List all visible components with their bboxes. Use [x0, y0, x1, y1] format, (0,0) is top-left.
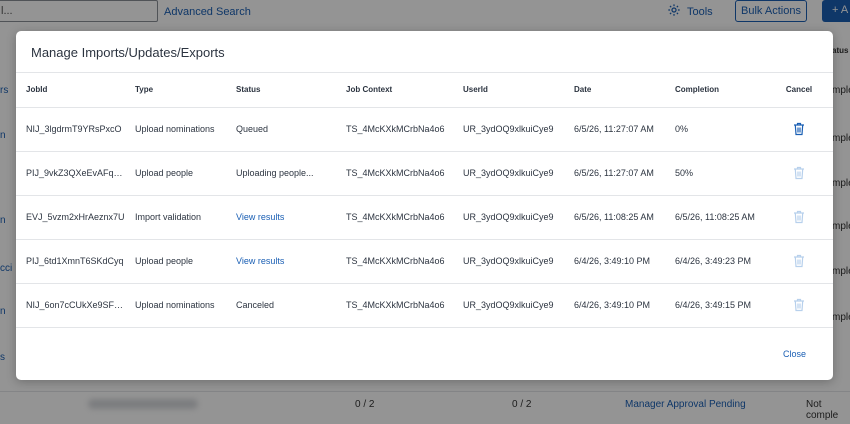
- job-context-cell: TS_4McKXkMCrbNa4o6: [336, 239, 453, 284]
- trash-icon: [793, 166, 805, 180]
- completion-cell: 6/4/26, 3:49:23 PM: [665, 239, 765, 284]
- view-results-link[interactable]: View results: [226, 239, 336, 284]
- trash-icon[interactable]: [793, 122, 805, 136]
- cancel-cell: [765, 283, 833, 328]
- trash-icon: [793, 298, 805, 312]
- table-row: NIJ_6on7cCUkXe9SFcW Upload nominations C…: [16, 283, 833, 328]
- user-id-cell: UR_3ydOQ9xlkuiCye9: [453, 195, 564, 240]
- manage-jobs-dialog: Manage Imports/Updates/Exports JobId Typ…: [16, 31, 833, 380]
- column-header-completion: Completion: [665, 73, 765, 108]
- trash-icon: [793, 210, 805, 224]
- status-cell: Canceled: [226, 283, 336, 328]
- column-header-type: Type: [125, 73, 226, 108]
- trash-icon: [793, 254, 805, 268]
- column-header-cancel: Cancel: [765, 73, 833, 108]
- cancel-cell: [765, 107, 833, 152]
- cancel-cell: [765, 239, 833, 284]
- column-header-job-context: Job Context: [336, 73, 453, 108]
- column-header-status: Status: [226, 73, 336, 108]
- column-header-userid: UserId: [453, 73, 564, 108]
- date-cell: 6/5/26, 11:27:07 AM: [564, 151, 665, 196]
- dialog-title: Manage Imports/Updates/Exports: [31, 45, 225, 60]
- date-cell: 6/5/26, 11:08:25 AM: [564, 195, 665, 240]
- column-header-date: Date: [564, 73, 665, 108]
- job-context-cell: TS_4McKXkMCrbNa4o6: [336, 195, 453, 240]
- date-cell: 6/4/26, 3:49:10 PM: [564, 239, 665, 284]
- view-results-link[interactable]: View results: [226, 195, 336, 240]
- job-id-cell: PIJ_6td1XmnT6SKdCyq: [16, 239, 125, 284]
- completion-cell: 6/5/26, 11:08:25 AM: [665, 195, 765, 240]
- type-cell: Upload nominations: [125, 107, 226, 152]
- table-row: PIJ_6td1XmnT6SKdCyq Upload people View r…: [16, 239, 833, 284]
- table-row: EVJ_5vzm2xHrAeznx7U Import validation Vi…: [16, 195, 833, 240]
- job-id-cell: NIJ_3lgdrmT9YRsPxcO: [16, 107, 125, 152]
- job-context-cell: TS_4McKXkMCrbNa4o6: [336, 151, 453, 196]
- job-id-cell: NIJ_6on7cCUkXe9SFcW: [16, 283, 125, 328]
- date-cell: 6/4/26, 3:49:10 PM: [564, 283, 665, 328]
- job-id-cell: EVJ_5vzm2xHrAeznx7U: [16, 195, 125, 240]
- type-cell: Import validation: [125, 195, 226, 240]
- completion-cell: 0%: [665, 107, 765, 152]
- status-cell: Uploading people...: [226, 151, 336, 196]
- cancel-cell: [765, 151, 833, 196]
- type-cell: Upload people: [125, 239, 226, 284]
- type-cell: Upload nominations: [125, 283, 226, 328]
- completion-cell: 6/4/26, 3:49:15 PM: [665, 283, 765, 328]
- user-id-cell: UR_3ydOQ9xlkuiCye9: [453, 283, 564, 328]
- status-cell: Queued: [226, 107, 336, 152]
- job-context-cell: TS_4McKXkMCrbNa4o6: [336, 283, 453, 328]
- jobs-table: JobId Type Status Job Context UserId Dat…: [16, 73, 833, 328]
- user-id-cell: UR_3ydOQ9xlkuiCye9: [453, 151, 564, 196]
- user-id-cell: UR_3ydOQ9xlkuiCye9: [453, 239, 564, 284]
- close-button[interactable]: Close: [783, 349, 806, 359]
- job-id-cell: PIJ_9vkZ3QXeEvAFqWq: [16, 151, 125, 196]
- type-cell: Upload people: [125, 151, 226, 196]
- cancel-cell: [765, 195, 833, 240]
- column-header-jobid: JobId: [16, 73, 125, 108]
- date-cell: 6/5/26, 11:27:07 AM: [564, 107, 665, 152]
- completion-cell: 50%: [665, 151, 765, 196]
- table-row: PIJ_9vkZ3QXeEvAFqWq Upload people Upload…: [16, 151, 833, 196]
- user-id-cell: UR_3ydOQ9xlkuiCye9: [453, 107, 564, 152]
- table-header-row: JobId Type Status Job Context UserId Dat…: [16, 73, 833, 108]
- job-context-cell: TS_4McKXkMCrbNa4o6: [336, 107, 453, 152]
- table-row: NIJ_3lgdrmT9YRsPxcO Upload nominations Q…: [16, 107, 833, 152]
